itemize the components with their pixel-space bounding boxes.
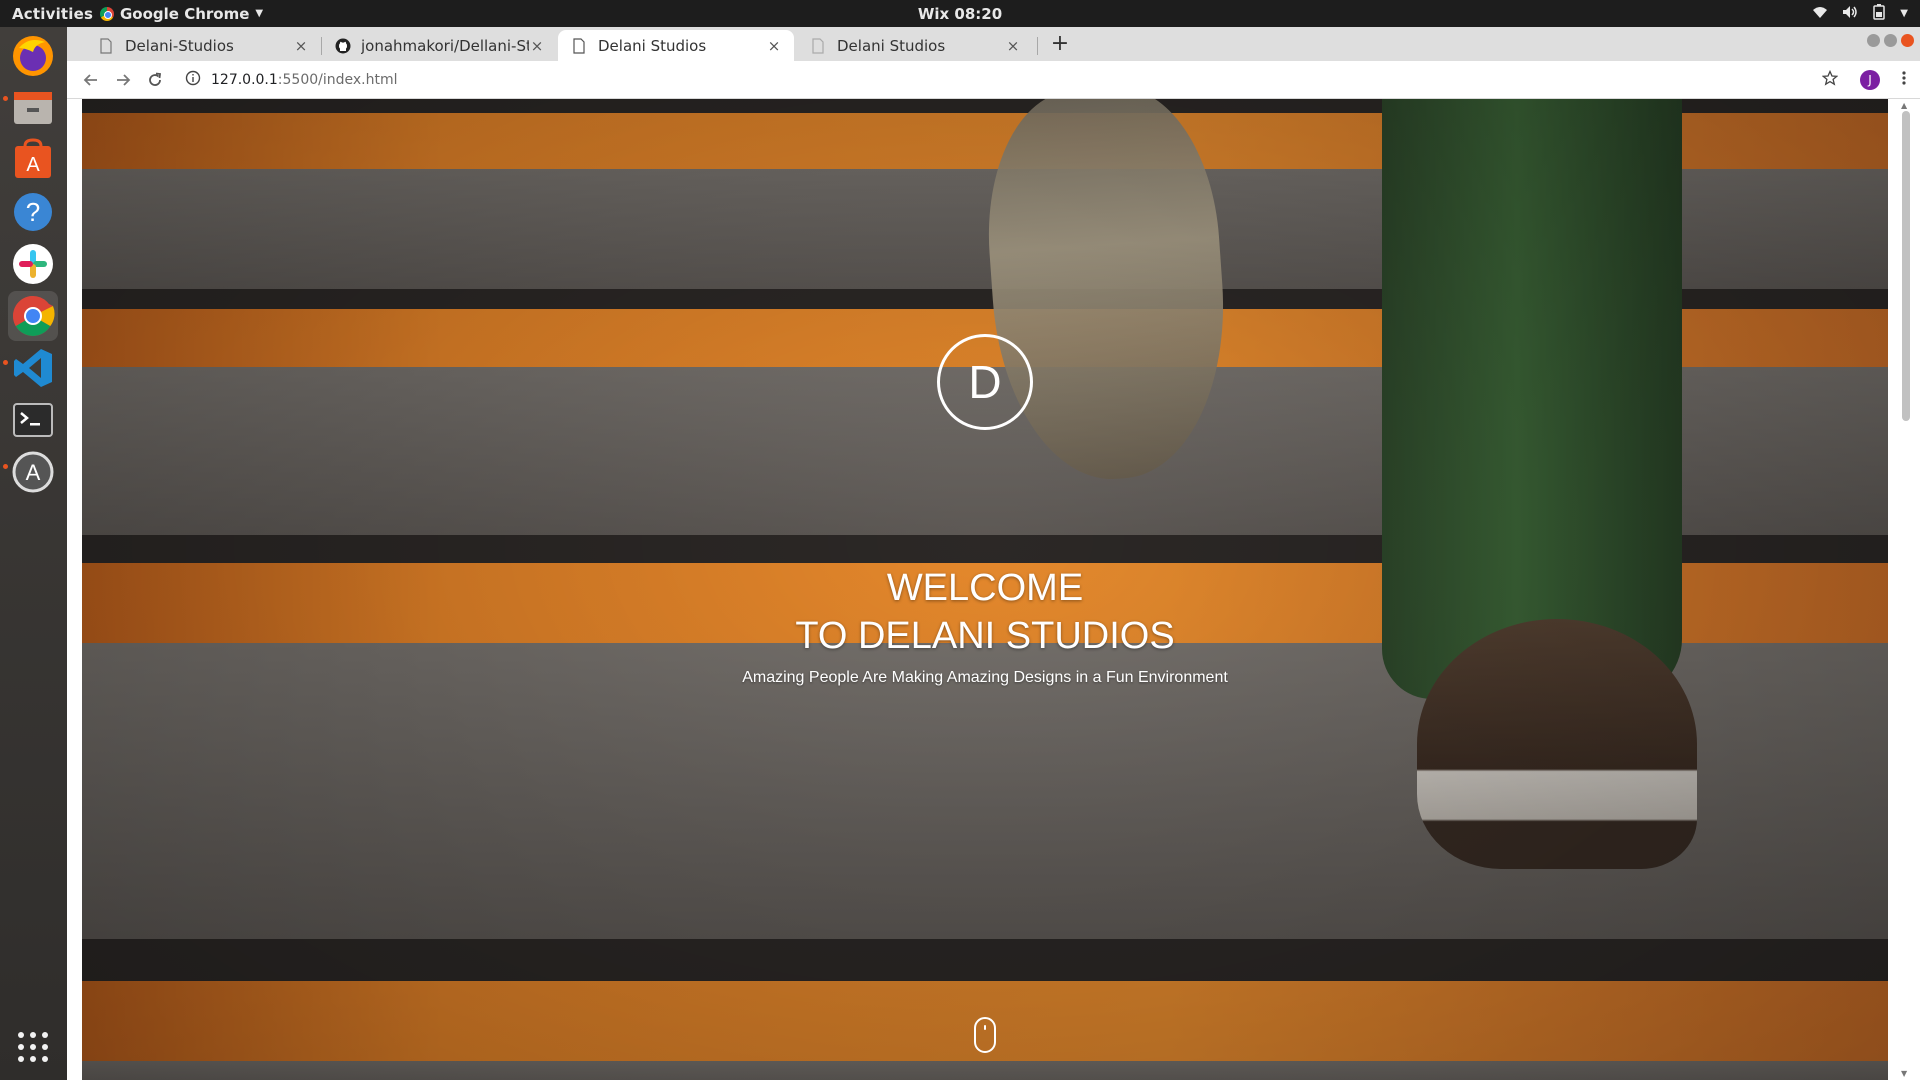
files-icon	[14, 92, 52, 124]
close-icon[interactable]: ×	[1005, 37, 1021, 55]
dock-files[interactable]	[8, 83, 58, 133]
wifi-icon[interactable]	[1812, 5, 1828, 23]
address-bar[interactable]: 127.0.0.1:5500/index.html	[185, 70, 398, 90]
tab-delani-studios-2[interactable]: Delani Studios ×	[797, 30, 1033, 61]
hero-section: D WELCOME TO DELANI STUDIOS Amazing Peop…	[82, 99, 1888, 1080]
reload-icon	[149, 72, 162, 86]
reload-button[interactable]	[139, 64, 171, 96]
close-icon[interactable]: ×	[293, 37, 309, 55]
scrollbar-thumb[interactable]	[1902, 111, 1910, 421]
svg-text:A: A	[26, 460, 41, 485]
tab-github-repo[interactable]: jonahmakori/Dellani-Stu ×	[321, 30, 557, 61]
page-subtitle: Amazing People Are Making Amazing Design…	[742, 669, 1228, 686]
browser-toolbar: 127.0.0.1:5500/index.html J	[67, 61, 1920, 99]
page-title: WELCOME TO DELANI STUDIOS	[82, 564, 1888, 660]
dock-software-updater[interactable]: A	[8, 447, 58, 497]
launcher-dock: A ? A	[0, 27, 67, 1080]
minimize-button[interactable]	[1867, 34, 1880, 47]
software-updater-icon: A	[12, 451, 54, 493]
app-menu-label: Google Chrome	[120, 4, 250, 23]
new-tab-button[interactable]: +	[1045, 30, 1075, 58]
arrow-left-icon	[83, 73, 97, 86]
page-icon	[572, 37, 588, 54]
tab-delani-studios-1[interactable]: Delani-Studios ×	[85, 30, 321, 61]
chrome-small-icon	[100, 6, 114, 21]
url-path: :5500/index.html	[277, 71, 398, 88]
battery-icon[interactable]	[1872, 3, 1886, 24]
dock-show-applications[interactable]	[8, 1022, 58, 1072]
dock-help[interactable]: ?	[8, 187, 58, 237]
window-controls	[1867, 34, 1914, 47]
scroll-up-arrow-icon[interactable]: ▲	[1901, 101, 1907, 110]
chevron-down-icon[interactable]: ▼	[1900, 8, 1908, 19]
tab-title: Delani-Studios	[125, 36, 234, 55]
info-icon[interactable]	[185, 70, 201, 90]
svg-text:?: ?	[26, 197, 40, 227]
tab-delani-studios-active[interactable]: Delani Studios ×	[558, 30, 794, 61]
chevron-down-icon: ▼	[255, 8, 264, 19]
profile-avatar[interactable]: J	[1860, 70, 1880, 90]
scroll-down-mouse-icon[interactable]	[974, 1017, 996, 1053]
logo-badge: D	[937, 334, 1033, 430]
svg-text:A: A	[26, 154, 40, 176]
kebab-menu-icon[interactable]	[1902, 70, 1906, 90]
terminal-icon	[13, 403, 53, 437]
slack-icon	[13, 244, 53, 284]
help-icon: ?	[14, 193, 52, 231]
arrow-right-icon	[117, 73, 131, 86]
page-icon	[99, 37, 115, 54]
close-icon[interactable]: ×	[766, 37, 782, 55]
page-viewport: D WELCOME TO DELANI STUDIOS Amazing Peop…	[67, 99, 1920, 1080]
scroll-down-arrow-icon[interactable]: ▼	[1901, 1069, 1907, 1078]
dock-chrome[interactable]	[8, 291, 58, 341]
github-icon	[335, 38, 351, 54]
page-title-line1: WELCOME	[886, 567, 1084, 609]
chrome-icon	[13, 296, 55, 336]
dock-slack[interactable]	[8, 239, 58, 289]
close-window-button[interactable]	[1901, 34, 1914, 47]
tab-separator	[1037, 37, 1038, 55]
vscode-icon	[14, 349, 52, 387]
tab-strip: Delani-Studios × jonahmakori/Dellani-Stu…	[67, 27, 1920, 61]
app-menu[interactable]: Google Chrome ▼	[100, 5, 263, 23]
tab-title: Delani Studios	[598, 36, 707, 55]
dock-software-center[interactable]: A	[8, 135, 58, 185]
dock-vscode[interactable]	[8, 343, 58, 393]
tab-title: Delani Studios	[837, 36, 946, 55]
url-host: 127.0.0.1	[211, 71, 278, 88]
page-icon	[811, 37, 827, 54]
volume-icon[interactable]	[1842, 5, 1858, 23]
activities-button[interactable]: Activities	[0, 5, 93, 23]
page-title-line2: TO DELANI STUDIOS	[795, 615, 1175, 657]
hero-content: D WELCOME TO DELANI STUDIOS Amazing Peop…	[82, 99, 1888, 1080]
show-apps-icon	[18, 1032, 48, 1062]
software-center-icon: A	[15, 138, 51, 178]
dock-terminal[interactable]	[8, 395, 58, 445]
close-icon[interactable]: ×	[529, 37, 545, 55]
system-tray[interactable]: ▼	[1812, 0, 1908, 27]
maximize-button[interactable]	[1884, 34, 1897, 47]
forward-button[interactable]	[107, 64, 139, 96]
back-button[interactable]	[75, 64, 107, 96]
toolbar-actions: J	[1821, 61, 1906, 99]
tab-title: jonahmakori/Dellani-Stu	[361, 36, 529, 55]
bookmark-star-icon[interactable]	[1821, 69, 1839, 90]
firefox-icon	[13, 36, 53, 76]
clock[interactable]: Wix 08:20	[0, 5, 1920, 23]
page-scrollbar[interactable]: ▲ ▼	[1890, 99, 1920, 1080]
dock-firefox[interactable]	[8, 31, 58, 81]
system-top-bar: Activities Google Chrome ▼ Wix 08:20 ▼	[0, 0, 1920, 27]
